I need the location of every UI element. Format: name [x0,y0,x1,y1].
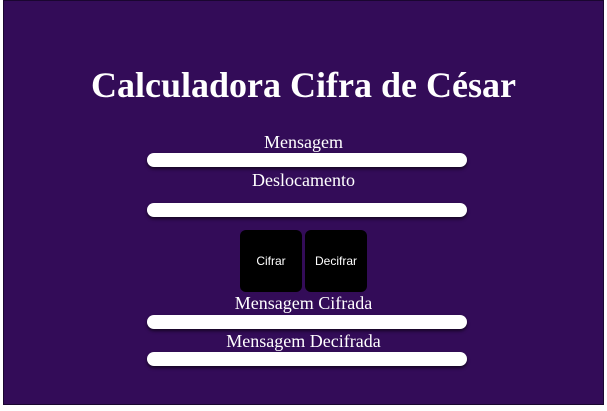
shift-input[interactable] [147,203,467,217]
encrypted-message-label: Mensagem Cifrada [234,293,373,313]
decrypt-button[interactable]: Decifrar [305,230,367,292]
message-input[interactable] [147,153,467,167]
decrypted-message-label: Mensagem Decifrada [226,331,381,351]
shift-label: Deslocamento [252,170,355,190]
decrypted-message-output[interactable] [147,352,467,366]
encrypt-button[interactable]: Cifrar [240,230,302,292]
encrypted-message-output[interactable] [147,315,467,329]
app-frame: Calculadora Cifra de César Mensagem Desl… [3,0,604,405]
page-title: Calculadora Cifra de César [91,65,516,105]
message-label: Mensagem [264,132,343,152]
